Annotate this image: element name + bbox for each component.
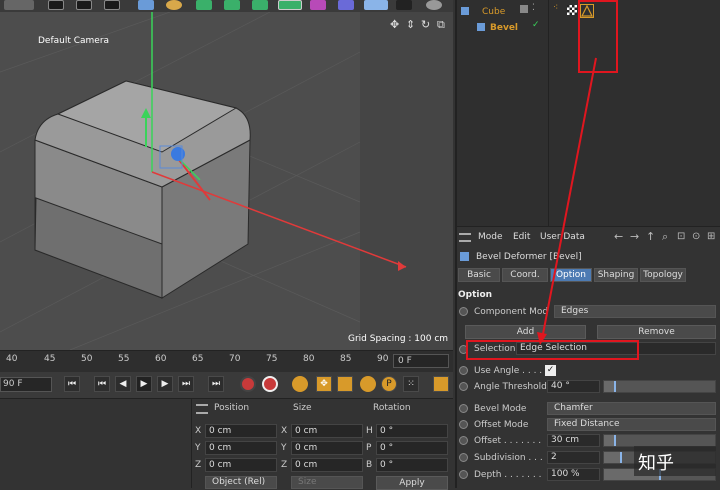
annotation-arrow bbox=[537, 57, 597, 345]
